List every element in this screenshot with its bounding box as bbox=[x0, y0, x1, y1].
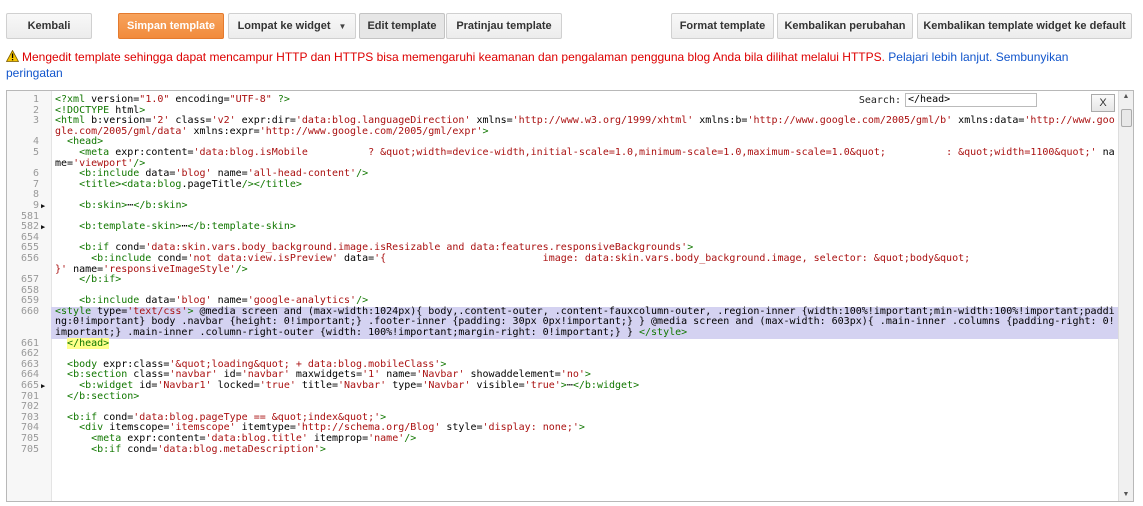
format-template-button[interactable]: Format template bbox=[671, 13, 774, 39]
code-area[interactable]: 1 <?xml version="1.0" encoding="UTF-8" ?>… bbox=[7, 94, 1119, 456]
close-search-button[interactable]: X bbox=[1091, 94, 1115, 112]
code-text[interactable]: <meta expr:content='data:blog.isMobile ?… bbox=[51, 147, 1119, 169]
code-text[interactable]: <title><data:blog.pageTitle/></title> bbox=[51, 179, 1119, 191]
warning-icon bbox=[5, 49, 20, 66]
learn-more-link[interactable]: Pelajari lebih lanjut. bbox=[888, 50, 992, 64]
code-text[interactable]: </head> bbox=[51, 337, 1119, 350]
jump-to-widget-label: Lompat ke widget bbox=[237, 20, 331, 32]
https-warning: Mengedit template sehingga dapat mencamp… bbox=[5, 49, 1126, 81]
line-number: 1 bbox=[32, 94, 39, 105]
search-label: Search: bbox=[858, 94, 901, 106]
code-text[interactable]: <b:skin>⋯</b:skin> bbox=[51, 200, 1119, 212]
line-number: 705 bbox=[20, 443, 39, 455]
scroll-up-icon[interactable]: ▲ bbox=[1119, 91, 1133, 103]
code-text[interactable]: ​ bbox=[51, 190, 1119, 201]
edit-template-tab[interactable]: Edit template bbox=[359, 13, 445, 39]
code-text[interactable]: <html b:version='2' class='v2' expr:dir=… bbox=[51, 115, 1119, 137]
save-template-button[interactable]: Simpan template bbox=[118, 13, 224, 39]
code-line[interactable]: 657 </b:if> bbox=[7, 274, 1119, 286]
fold-arrow-icon[interactable]: ▶ bbox=[41, 381, 51, 392]
code-line[interactable]: 665 ▶ <b:widget id='Navbar1' locked='true… bbox=[7, 380, 1119, 392]
search-box: Search: </head> bbox=[859, 93, 1037, 107]
code-line[interactable]: 7 <title><data:blog.pageTitle/></title> bbox=[7, 179, 1119, 191]
revert-widgets-button[interactable]: Kembalikan template widget ke default bbox=[917, 13, 1132, 39]
code-line[interactable]: 660 <style type='text/css'> @media screen… bbox=[7, 305, 1119, 339]
code-text[interactable]: <b:include cond='not data:view.isPreview… bbox=[51, 253, 1119, 275]
template-code-editor[interactable]: 1 <?xml version="1.0" encoding="UTF-8" ?>… bbox=[6, 90, 1134, 502]
back-button[interactable]: Kembali bbox=[6, 13, 92, 39]
code-text[interactable]: <b:template-skin>⋯</b:template-skin> bbox=[51, 221, 1119, 233]
code-line[interactable]: 5 <meta expr:content='data:blog.isMobile… bbox=[7, 146, 1119, 169]
code-line[interactable]: 3 <html b:version='2' class='v2' expr:dir… bbox=[7, 115, 1119, 137]
code-line[interactable]: 582 ▶ <b:template-skin>⋯</b:template-skin… bbox=[7, 221, 1119, 233]
code-text[interactable]: <b:widget id='Navbar1' locked='true' tit… bbox=[51, 380, 1119, 392]
code-text[interactable]: <b:if cond='data:blog.metaDescription'> bbox=[51, 444, 1119, 456]
warning-text: Mengedit template sehingga dapat mencamp… bbox=[22, 50, 889, 64]
code-line[interactable]: 656 <b:include cond='not data:view.isPre… bbox=[7, 252, 1119, 275]
line-number: 9 bbox=[32, 199, 39, 211]
preview-template-tab[interactable]: Pratinjau template bbox=[446, 13, 562, 39]
code-line[interactable]: 705 <b:if cond='data:blog.metaDescriptio… bbox=[7, 443, 1119, 456]
search-input[interactable]: </head> bbox=[905, 93, 1037, 107]
code-line[interactable]: 9 ▶ <b:skin>⋯</b:skin> bbox=[7, 199, 1119, 212]
code-text[interactable]: </b:section> bbox=[51, 391, 1119, 403]
fold-arrow-icon[interactable]: ▶ bbox=[41, 201, 51, 212]
revert-changes-button[interactable]: Kembalikan perubahan bbox=[777, 13, 913, 39]
chevron-down-icon: ▼ bbox=[338, 21, 347, 31]
line-number: 705 bbox=[20, 433, 39, 444]
line-number: 3 bbox=[32, 115, 39, 127]
line-number: 660 bbox=[20, 305, 39, 317]
scrollbar-thumb[interactable] bbox=[1121, 109, 1132, 127]
code-text[interactable]: </b:if> bbox=[51, 274, 1119, 286]
code-text[interactable]: <style type='text/css'> @media screen an… bbox=[51, 306, 1119, 339]
code-line[interactable]: 701 </b:section> bbox=[7, 391, 1119, 403]
line-number: 5 bbox=[32, 146, 39, 158]
fold-arrow-icon[interactable]: ▶ bbox=[41, 222, 51, 233]
line-number: 656 bbox=[20, 252, 39, 264]
jump-to-widget-dropdown[interactable]: Lompat ke widget ▼ bbox=[228, 13, 356, 39]
scroll-down-icon[interactable]: ▼ bbox=[1119, 489, 1133, 501]
vertical-scrollbar[interactable]: ▲ ▼ bbox=[1118, 91, 1133, 501]
code-line[interactable]: 661 </head> bbox=[7, 337, 1119, 350]
